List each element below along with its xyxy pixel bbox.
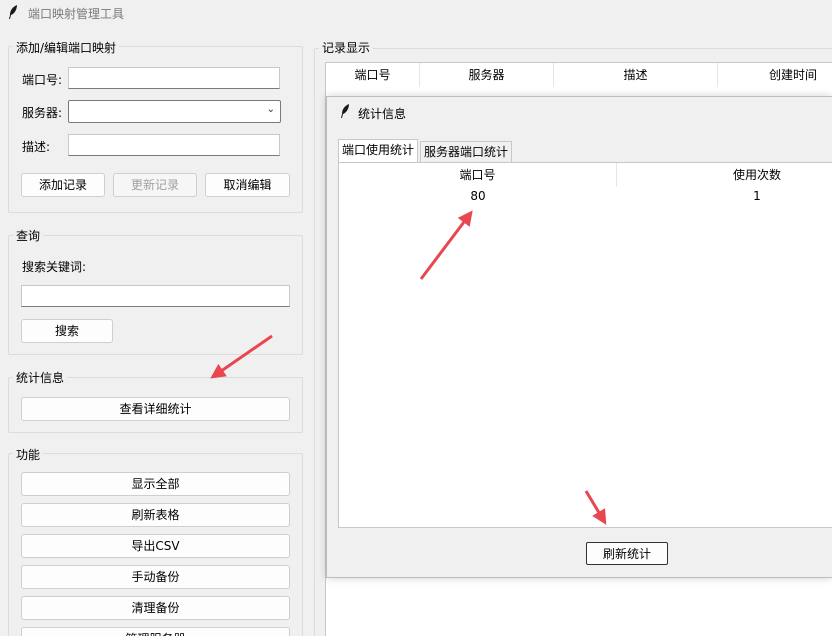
records-header-server[interactable]: 服务器 bbox=[420, 63, 554, 87]
title-bar: 端口映射管理工具 bbox=[0, 0, 832, 26]
server-label: 服务器: bbox=[22, 106, 63, 120]
stats-tab-panel: 端口号 使用次数 80 1 bbox=[338, 162, 832, 528]
clean-backup-button[interactable]: 清理备份 bbox=[21, 596, 290, 620]
records-header-desc[interactable]: 描述 bbox=[554, 63, 718, 87]
stats-table-header: 端口号 使用次数 bbox=[339, 163, 832, 187]
manage-servers-button[interactable]: 管理服务器 bbox=[21, 627, 290, 636]
query-group-legend: 查询 bbox=[13, 227, 44, 244]
feather-icon bbox=[341, 104, 349, 118]
show-all-button[interactable]: 显示全部 bbox=[21, 472, 290, 496]
stats-window-title: 统计信息 bbox=[358, 107, 407, 121]
desc-label: 描述: bbox=[22, 140, 51, 154]
update-record-button[interactable]: 更新记录 bbox=[113, 173, 197, 197]
manual-backup-button[interactable]: 手动备份 bbox=[21, 565, 290, 589]
records-group-legend: 记录显示 bbox=[319, 39, 374, 56]
table-row[interactable]: 80 1 bbox=[339, 187, 832, 207]
view-detail-stats-button[interactable]: 查看详细统计 bbox=[21, 397, 290, 421]
refresh-table-button[interactable]: 刷新表格 bbox=[21, 503, 290, 527]
add-record-button[interactable]: 添加记录 bbox=[21, 173, 105, 197]
records-header-created[interactable]: 创建时间 bbox=[718, 63, 832, 87]
cancel-edit-button[interactable]: 取消编辑 bbox=[205, 173, 290, 197]
search-button[interactable]: 搜索 bbox=[21, 319, 113, 343]
tab-server-port[interactable]: 服务器端口统计 bbox=[420, 141, 513, 163]
tab-port-usage[interactable]: 端口使用统计 bbox=[338, 139, 419, 163]
stats-header-count[interactable]: 使用次数 bbox=[617, 163, 832, 187]
server-select[interactable]: ⌄ bbox=[68, 100, 281, 123]
records-header-port[interactable]: 端口号 bbox=[326, 63, 420, 87]
edit-group-legend: 添加/编辑端口映射 bbox=[13, 39, 120, 56]
stats-cell-count: 1 bbox=[753, 189, 761, 203]
port-input[interactable] bbox=[68, 67, 280, 89]
stats-window: 统计信息 端口使用统计 服务器端口统计 端口号 使用次数 80 1 刷新统计 bbox=[326, 96, 832, 578]
export-csv-button[interactable]: 导出CSV bbox=[21, 534, 290, 558]
keyword-label: 搜索关键词: bbox=[22, 260, 87, 274]
keyword-input[interactable] bbox=[21, 285, 290, 307]
port-label: 端口号: bbox=[22, 73, 63, 87]
chevron-down-icon: ⌄ bbox=[266, 104, 275, 115]
feather-icon bbox=[9, 5, 17, 19]
functions-group-legend: 功能 bbox=[13, 446, 44, 463]
stats-group-legend: 统计信息 bbox=[13, 369, 68, 386]
window-title: 端口映射管理工具 bbox=[28, 7, 125, 21]
stats-header-port[interactable]: 端口号 bbox=[339, 163, 617, 187]
desc-input[interactable] bbox=[68, 134, 280, 156]
refresh-stats-button[interactable]: 刷新统计 bbox=[586, 542, 668, 565]
stats-cell-port: 80 bbox=[470, 189, 486, 203]
